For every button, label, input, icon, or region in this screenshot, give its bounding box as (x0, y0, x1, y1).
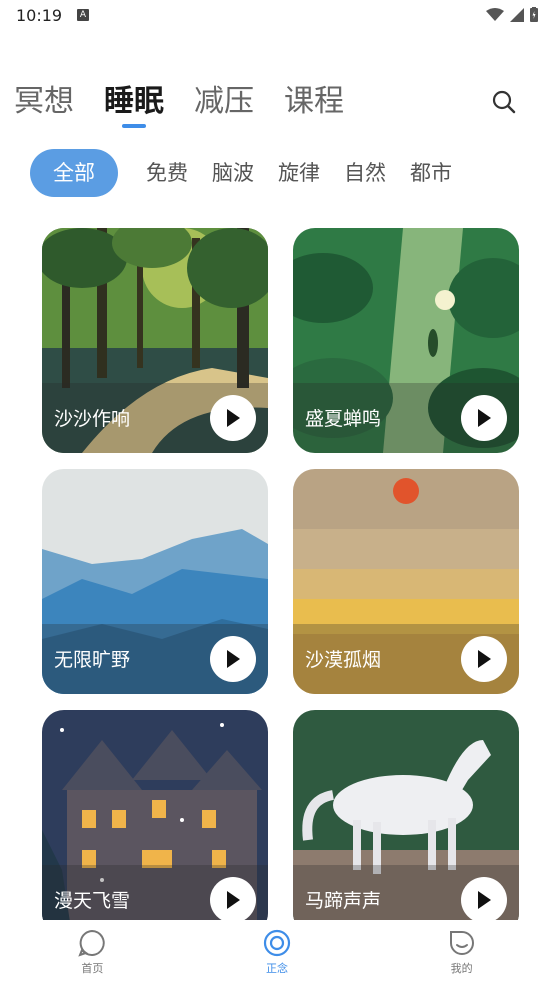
nav-profile-label: 我的 (450, 962, 473, 975)
tab-meditation[interactable]: 冥想 (14, 82, 74, 122)
tab-stress-relief[interactable]: 减压 (194, 82, 254, 122)
status-bar: 10:19 A (0, 0, 554, 34)
play-icon (478, 409, 491, 427)
play-button[interactable] (461, 395, 507, 441)
sound-card[interactable]: 马蹄声声 (293, 710, 519, 920)
status-icons (486, 7, 538, 22)
category-tabs: 冥想 睡眠 减压 课程 (14, 82, 344, 128)
sound-card[interactable]: 无限旷野 (42, 469, 268, 694)
play-icon (227, 891, 240, 909)
search-button[interactable] (490, 88, 518, 116)
play-icon (478, 891, 491, 909)
filter-nature[interactable]: 自然 (344, 149, 386, 197)
filter-all[interactable]: 全部 (30, 149, 118, 197)
mindfulness-ring-icon (263, 929, 291, 957)
card-title: 马蹄声声 (305, 890, 382, 912)
card-title: 盛夏蝉鸣 (305, 408, 382, 430)
battery-icon (530, 7, 538, 22)
nav-home-label: 首页 (81, 962, 104, 975)
play-button[interactable] (210, 636, 256, 682)
search-icon (492, 90, 516, 114)
signal-icon (510, 7, 524, 22)
sound-card[interactable]: 盛夏蝉鸣 (293, 228, 519, 453)
nav-mindfulness[interactable]: 正念 (185, 920, 370, 984)
tab-courses[interactable]: 课程 (284, 82, 344, 122)
play-icon (478, 650, 491, 668)
sound-card[interactable]: 沙沙作响 (42, 228, 268, 453)
sound-card[interactable]: 漫天飞雪 (42, 710, 268, 920)
card-title: 沙沙作响 (54, 408, 131, 430)
tab-sleep[interactable]: 睡眠 (104, 82, 164, 128)
filter-chips: 全部 免费 脑波 旋律 自然 都市 (30, 149, 476, 197)
play-button[interactable] (210, 395, 256, 441)
nav-mindfulness-label: 正念 (266, 962, 288, 975)
nav-profile[interactable]: 我的 (369, 920, 554, 984)
bottom-navigation: 首页 正念 我的 (0, 920, 554, 984)
filter-melody[interactable]: 旋律 (278, 149, 320, 197)
notification-badge-icon: A (77, 9, 89, 21)
card-title: 无限旷野 (54, 649, 131, 671)
play-icon (227, 409, 240, 427)
status-time: 10:19 (16, 6, 63, 25)
play-button[interactable] (461, 636, 507, 682)
filter-free[interactable]: 免费 (146, 149, 188, 197)
filter-brainwave[interactable]: 脑波 (212, 149, 254, 197)
sleep-sound-grid: 沙沙作响 盛夏蝉鸣 无限旷野 沙漠孤烟 漫天飞雪 马蹄声声 (42, 228, 520, 920)
play-button[interactable] (461, 877, 507, 920)
sound-card[interactable]: 沙漠孤烟 (293, 469, 519, 694)
play-button[interactable] (210, 877, 256, 920)
filter-city[interactable]: 都市 (410, 149, 452, 197)
home-bubble-icon (78, 929, 105, 957)
smile-profile-icon (449, 931, 474, 955)
play-icon (227, 650, 240, 668)
wifi-icon (486, 7, 504, 21)
card-title: 漫天飞雪 (54, 890, 131, 912)
card-title: 沙漠孤烟 (305, 649, 382, 671)
nav-home[interactable]: 首页 (0, 920, 185, 984)
